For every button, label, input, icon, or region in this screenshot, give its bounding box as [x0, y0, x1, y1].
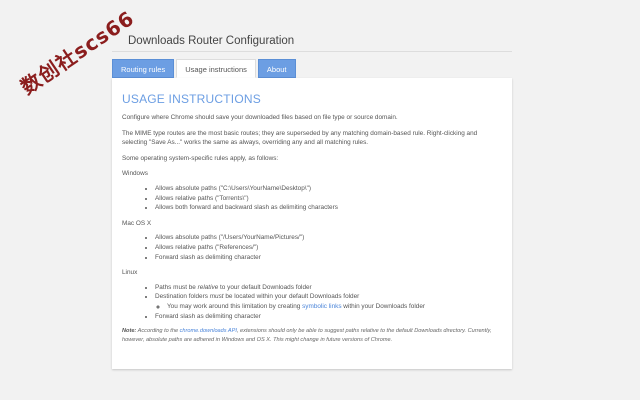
- emphasis: relative: [197, 283, 219, 291]
- text: According to the: [136, 328, 180, 335]
- note-label: Note:: [122, 328, 137, 335]
- text: be located within your default Downloads…: [223, 293, 360, 301]
- title-divider: [112, 51, 512, 52]
- text: within your Downloads folder: [341, 302, 426, 310]
- emphasis: must: [209, 293, 224, 301]
- mime-text: The MIME type routes are the most basic …: [122, 129, 478, 147]
- windows-label: Windows: [122, 170, 148, 178]
- list-item: Allows both forward and backward slash a…: [155, 203, 502, 213]
- windows-list: Allows absolute paths ("C:\Users\YourNam…: [122, 184, 502, 213]
- text: to your default Downloads folder: [218, 283, 312, 291]
- tab-routing-rules[interactable]: Routing rules: [112, 59, 175, 78]
- symbolic-links-link[interactable]: symbolic links: [302, 303, 341, 310]
- downloads-api-link[interactable]: chrome.downloads API: [180, 328, 237, 334]
- tab-about[interactable]: About: [257, 59, 296, 78]
- linux-label: Linux: [122, 269, 138, 277]
- list-item: Allows absolute paths ("/Users/YourName/…: [155, 233, 502, 243]
- list-item: Allows relative paths ("References/"): [155, 243, 502, 253]
- list-item: Allows relative paths ("Torrents\"): [155, 194, 502, 204]
- text: You may work around this limitation by c…: [167, 302, 303, 310]
- mac-list: Allows absolute paths ("/Users/YourName/…: [122, 233, 502, 262]
- text: Destination folders: [155, 293, 210, 301]
- mac-label: Mac OS X: [122, 219, 152, 227]
- instructions-heading: USAGE INSTRUCTIONS: [122, 92, 261, 106]
- text: Paths must be: [155, 283, 198, 291]
- tab-bar: Routing rules Usage instructions About: [112, 59, 298, 78]
- list-item: Allows absolute paths ("C:\Users\YourNam…: [155, 184, 502, 194]
- linux-list: Paths must be relative to your default D…: [122, 283, 502, 321]
- intro-text: Configure where Chrome should save your …: [122, 114, 398, 121]
- instructions-panel: USAGE INSTRUCTIONS Configure where Chrom…: [112, 78, 512, 369]
- list-item: Destination folders must be located with…: [155, 292, 502, 311]
- list-item: Forward slash as delimiting character: [155, 312, 502, 322]
- page-title: Downloads Router Configuration: [128, 35, 295, 47]
- list-item: Forward slash as delimiting character: [155, 253, 502, 263]
- list-item: Paths must be relative to your default D…: [155, 283, 502, 293]
- note-text: Note: According to the chrome.downloads …: [122, 327, 502, 344]
- os-rules-text: Some operating system-specific rules app…: [122, 154, 279, 162]
- list-item: You may work around this limitation by c…: [167, 302, 502, 312]
- linux-sublist: You may work around this limitation by c…: [155, 302, 502, 312]
- tab-usage-instructions[interactable]: Usage instructions: [176, 59, 256, 78]
